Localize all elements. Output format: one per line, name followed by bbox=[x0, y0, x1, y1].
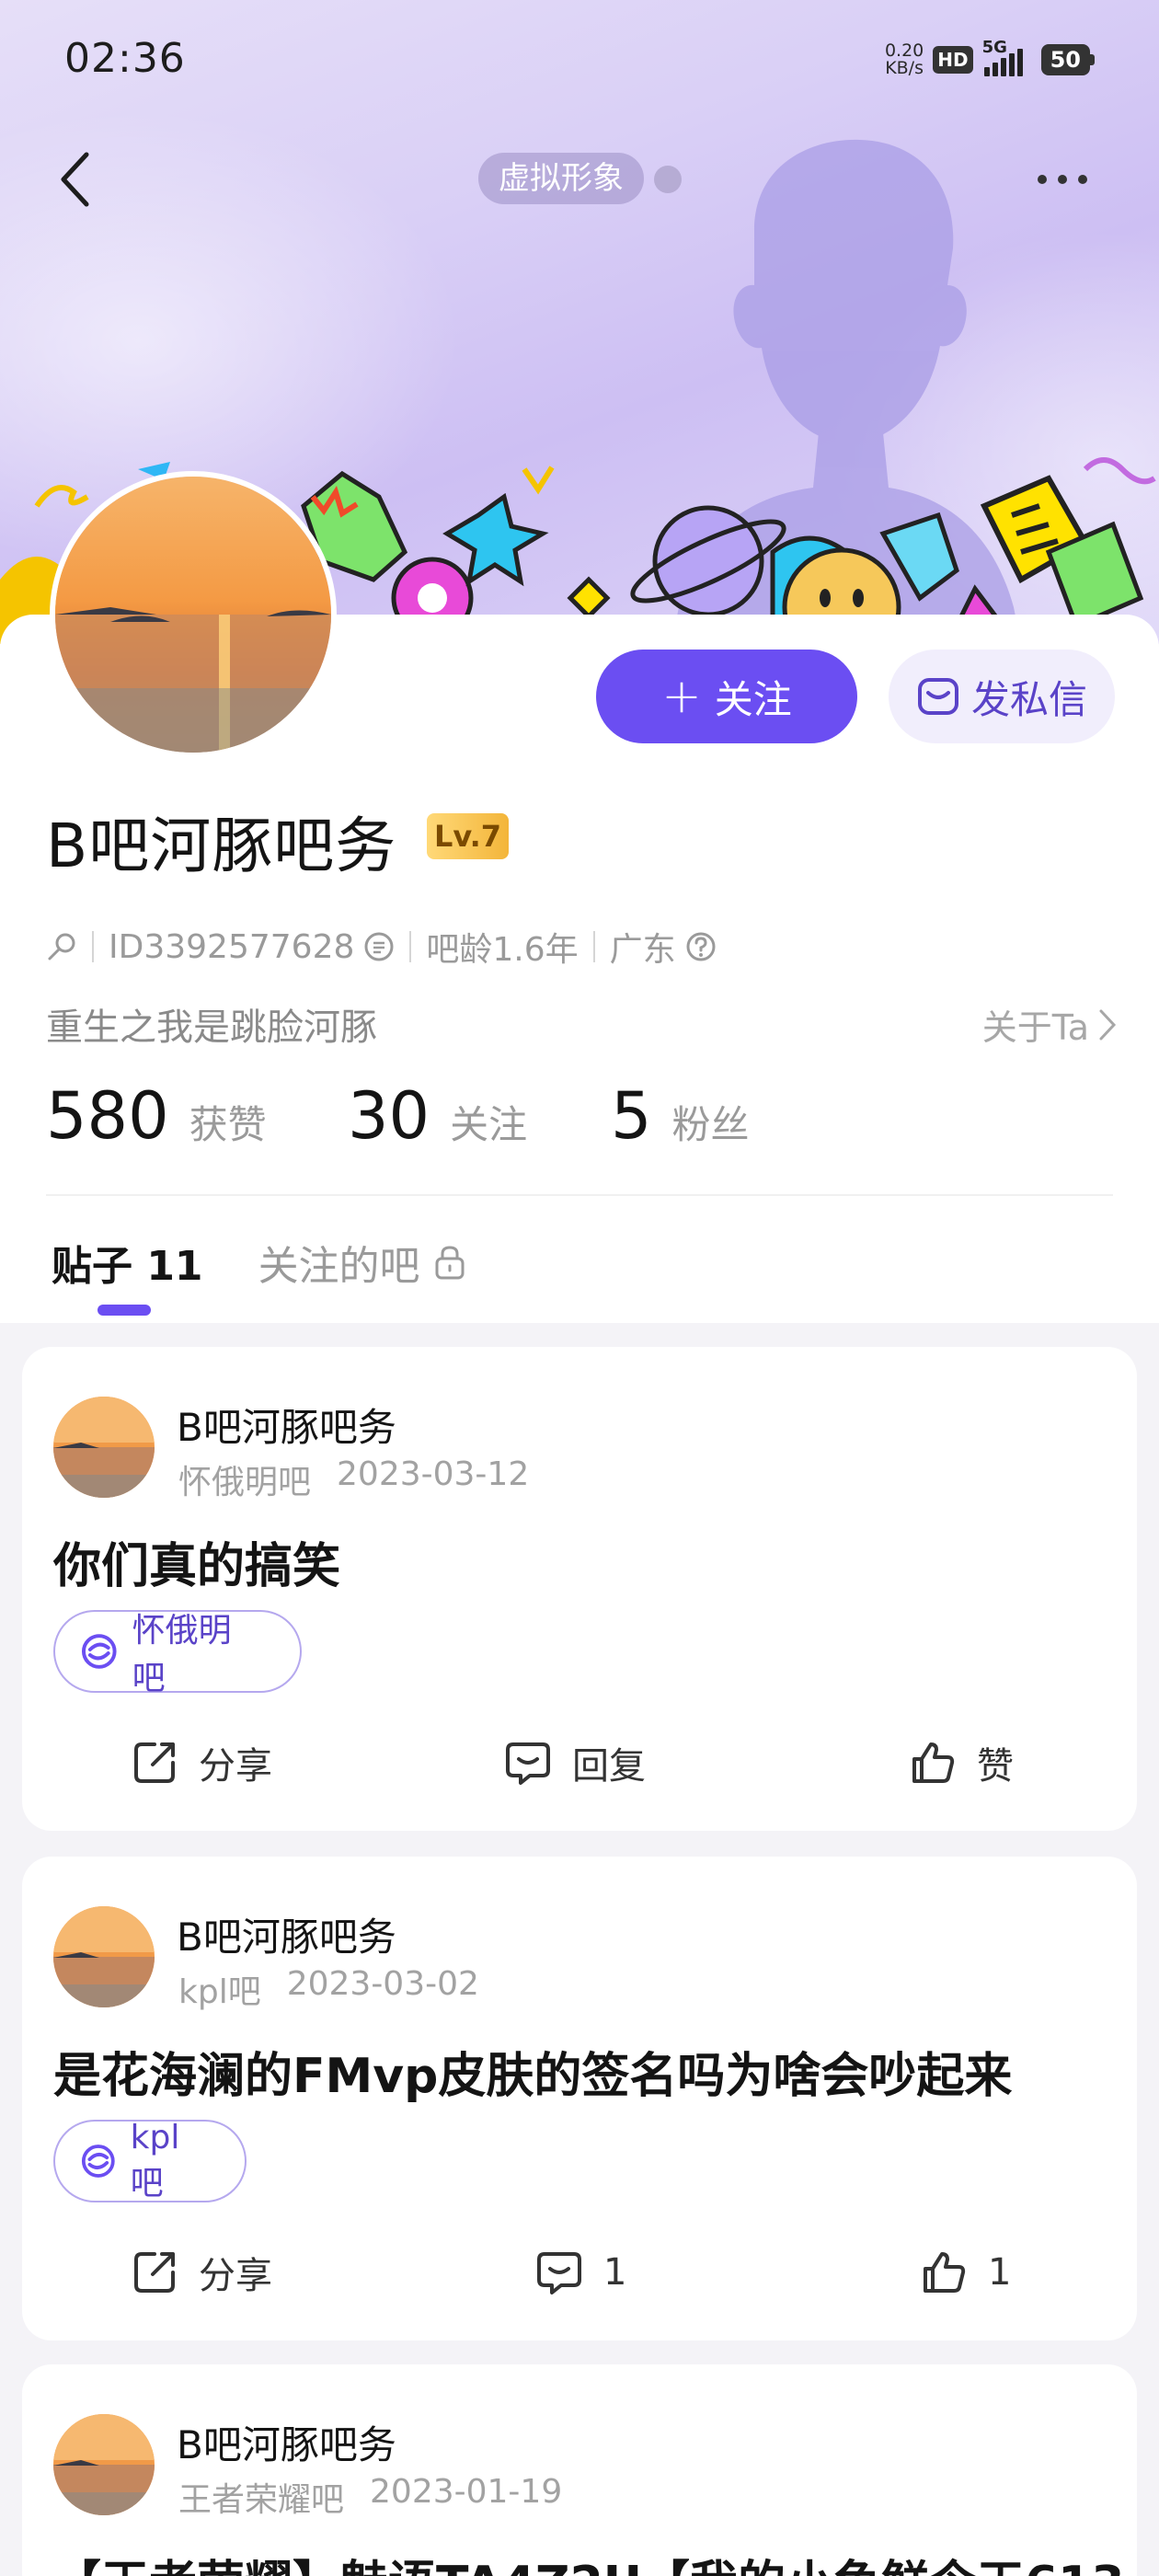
chevron-left-icon bbox=[61, 152, 89, 207]
post-date: 2023-01-19 bbox=[370, 2473, 563, 2511]
more-button[interactable] bbox=[1021, 156, 1104, 202]
like-button[interactable]: 赞 bbox=[909, 1717, 1014, 1809]
forum-tag[interactable]: 怀俄明吧 bbox=[53, 1610, 302, 1697]
post-author-avatar[interactable] bbox=[53, 1397, 155, 1498]
share-icon bbox=[134, 2252, 175, 2293]
reply-button[interactable]: 1 bbox=[535, 2226, 626, 2318]
post-meta: 王者荣耀吧 2023-01-19 bbox=[178, 2473, 562, 2521]
forum-icon bbox=[81, 1634, 117, 1669]
post-meta: 怀俄明吧 2023-03-12 bbox=[178, 1455, 529, 1503]
lock-icon bbox=[435, 1246, 465, 1280]
status-indicators: 0.20 KB/s HD 5G 50 bbox=[885, 37, 1095, 83]
post-author-name[interactable]: B吧河豚吧务 bbox=[177, 1906, 396, 1962]
comment-icon bbox=[537, 2252, 581, 2294]
signal-icon: 5G bbox=[982, 38, 1032, 76]
post-meta: kpl吧 2023-03-02 bbox=[178, 1965, 479, 2013]
avatar[interactable] bbox=[50, 471, 337, 758]
share-icon bbox=[134, 1742, 175, 1783]
share-button[interactable]: 分享 bbox=[131, 1717, 272, 1809]
profile-info-line: ID3392577628 吧龄1.6年 广东 bbox=[46, 924, 717, 970]
more-dots-icon bbox=[1038, 175, 1047, 184]
post-card[interactable]: B吧河豚吧务 王者荣耀吧 2023-01-19 【王者荣耀】魅语TA4Z2U【我… bbox=[22, 2364, 1137, 2576]
post-title[interactable]: 你们真的搞笑 bbox=[53, 1527, 340, 1596]
follow-button[interactable]: + 关注 bbox=[596, 650, 857, 743]
chevron-right-icon bbox=[1099, 1009, 1117, 1040]
avatar-indicator-dot bbox=[654, 166, 682, 193]
profile-tabs: 贴子 11 关注的吧 bbox=[52, 1229, 466, 1295]
bar-age: 吧龄1.6年 bbox=[426, 931, 579, 969]
profile-stats: 580 获赞 30 关注 5 粉丝 bbox=[46, 1078, 750, 1154]
post-author-avatar[interactable] bbox=[53, 2414, 155, 2515]
post-card[interactable]: B吧河豚吧务 怀俄明吧 2023-03-12 你们真的搞笑 怀俄明吧 分享 回复 bbox=[22, 1347, 1137, 1831]
stat-followers[interactable]: 5 粉丝 bbox=[611, 1078, 750, 1154]
post-actions: 分享 回复 赞 bbox=[22, 1717, 1137, 1809]
status-bar: 02:36 0.20 KB/s HD 5G 50 bbox=[0, 0, 1159, 120]
back-button[interactable] bbox=[52, 147, 98, 212]
like-button[interactable]: 1 bbox=[920, 2226, 1011, 2318]
comment-icon bbox=[506, 1742, 550, 1785]
post-date: 2023-03-12 bbox=[337, 1455, 530, 1493]
active-tab-indicator bbox=[98, 1305, 151, 1316]
post-author-name[interactable]: B吧河豚吧务 bbox=[177, 1397, 396, 1453]
envelope-icon bbox=[917, 678, 958, 715]
post-forum[interactable]: kpl吧 bbox=[178, 1965, 261, 2013]
tab-followed-bars[interactable]: 关注的吧 bbox=[258, 1233, 466, 1292]
thumbs-up-icon bbox=[912, 1742, 955, 1783]
user-id: ID3392577628 bbox=[109, 927, 355, 966]
post-forum[interactable]: 怀俄明吧 bbox=[178, 1455, 311, 1503]
hd-icon: HD bbox=[933, 46, 973, 74]
stat-likes[interactable]: 580 获赞 bbox=[46, 1078, 348, 1154]
forum-tag[interactable]: kpl吧 bbox=[53, 2119, 247, 2202]
level-badge: Lv.7 bbox=[427, 813, 510, 859]
post-actions: 分享 1 1 bbox=[22, 2226, 1137, 2318]
about-link[interactable]: 关于Ta bbox=[982, 999, 1117, 1050]
help-icon[interactable] bbox=[685, 931, 717, 962]
post-card[interactable]: B吧河豚吧务 kpl吧 2023-03-02 是花海澜的FMvp皮肤的签名吗为啥… bbox=[22, 1857, 1137, 2340]
network-speed: 0.20 KB/s bbox=[884, 40, 924, 78]
username: B吧河豚吧务 bbox=[46, 811, 397, 881]
send-message-button[interactable]: 发私信 bbox=[889, 650, 1115, 743]
status-time: 02:36 bbox=[64, 35, 186, 82]
post-forum[interactable]: 王者荣耀吧 bbox=[178, 2473, 344, 2521]
forum-icon bbox=[81, 2145, 115, 2178]
post-title[interactable]: 【王者荣耀】魅语TA4Z2U【我的小鱼鲜今天613 bbox=[53, 2545, 1125, 2576]
stat-following[interactable]: 30 关注 bbox=[348, 1078, 611, 1154]
bio: 重生之我是跳脸河豚 bbox=[46, 1006, 377, 1049]
reply-button[interactable]: 回复 bbox=[504, 1717, 646, 1809]
post-author-avatar[interactable] bbox=[53, 1906, 155, 2007]
post-author-name[interactable]: B吧河豚吧务 bbox=[177, 2414, 396, 2470]
divider bbox=[46, 1194, 1113, 1196]
search-key-icon bbox=[48, 933, 75, 960]
virtual-avatar-toggle[interactable]: 虚拟形象 bbox=[478, 153, 644, 204]
thumbs-up-icon bbox=[924, 2252, 966, 2293]
tab-posts[interactable]: 贴子 11 bbox=[52, 1233, 203, 1292]
plus-icon: + bbox=[661, 669, 702, 724]
copy-icon[interactable] bbox=[363, 931, 395, 962]
region: 广东 bbox=[609, 931, 676, 969]
post-date: 2023-03-02 bbox=[286, 1965, 479, 2003]
share-button[interactable]: 分享 bbox=[131, 2226, 272, 2318]
post-title[interactable]: 是花海澜的FMvp皮肤的签名吗为啥会吵起来 bbox=[53, 2037, 1012, 2106]
battery-icon: 50 bbox=[1040, 44, 1095, 75]
